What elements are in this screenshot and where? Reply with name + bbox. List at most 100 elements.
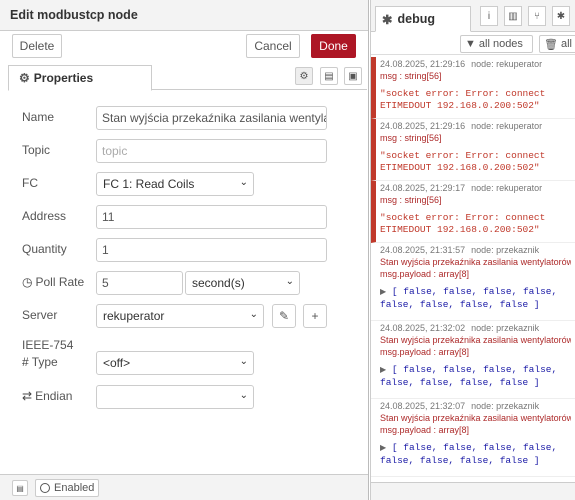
chevron-down-icon: ⌄	[239, 390, 248, 401]
address-input[interactable]: 11	[96, 205, 327, 229]
hash-icon: #	[22, 355, 29, 369]
message-meta: 24.08.2025, 21:29:16 node: rekuperator	[380, 59, 571, 69]
poll-rate-input[interactable]: 5	[96, 271, 183, 295]
message-time: 24.08.2025, 21:29:16	[380, 59, 466, 69]
message-node: node: przekaznik	[471, 245, 540, 255]
bug-icon: ✱	[556, 10, 566, 22]
message-body: "socket error: Error: connect ETIMEDOUT …	[380, 150, 546, 173]
message-body: "socket error: Error: connect ETIMEDOUT …	[380, 212, 546, 235]
chevron-down-icon: ⌄	[239, 177, 248, 188]
message-body: "socket error: Error: connect ETIMEDOUT …	[380, 88, 546, 111]
debug-message[interactable]: 24.08.2025, 21:32:02 node: przekaznik Sta…	[371, 321, 575, 399]
message-meta: 24.08.2025, 21:31:57 node: przekaznik	[380, 245, 571, 255]
done-button[interactable]: Done	[311, 34, 356, 58]
enabled-toggle[interactable]: Enabled	[35, 479, 99, 497]
debug-message[interactable]: 24.08.2025, 21:29:17 node: rekuperator ms…	[371, 181, 575, 243]
quantity-input[interactable]: 1	[96, 238, 327, 262]
message-type: msg : string[56]	[380, 195, 442, 205]
debug-message[interactable]: 24.08.2025, 21:32:07 node: przekaznik Sta…	[371, 399, 575, 477]
message-node: node: rekuperator	[471, 59, 543, 69]
address-label: Address	[22, 209, 67, 223]
message-node: node: przekaznik	[471, 323, 540, 333]
sidebar-footer	[371, 482, 575, 500]
editor-title: Edit modbustcp node	[0, 0, 368, 31]
poll-rate-label: ◷ Poll Rate	[22, 275, 84, 289]
tab-properties-label: Properties	[33, 71, 94, 85]
message-array[interactable]: ▶ [ false, false, false, false, false, fa…	[380, 442, 571, 467]
help-tab-button[interactable]: ▥	[504, 6, 522, 26]
edit-server-button[interactable]: ✎	[272, 304, 296, 328]
delete-button[interactable]: Delete	[12, 34, 62, 58]
message-time: 24.08.2025, 21:29:16	[380, 121, 466, 131]
poll-rate-unit-value: second(s)	[192, 276, 245, 290]
node-appearance-tab[interactable]: ▣	[344, 67, 362, 85]
server-row: Server rekuperator ⌄ ✎ +	[0, 304, 368, 328]
type-select[interactable]: <off> ⌄	[96, 351, 254, 375]
node-description-tab[interactable]: ▤	[320, 67, 338, 85]
message-node: node: przekaznik	[471, 401, 540, 411]
endian-label-text: Endian	[35, 389, 73, 403]
sidebar-tabs: ✱ debug i ▥ ⑂ ✱	[371, 0, 575, 32]
endian-row: ⇄ Endian ⌄	[0, 385, 368, 409]
message-topic: Stan wyjścia przekaźnika zasilania wenty…	[380, 413, 571, 423]
message-time: 24.08.2025, 21:32:02	[380, 323, 466, 333]
fc-select[interactable]: FC 1: Read Coils ⌄	[96, 172, 254, 196]
debug-message[interactable]: 24.08.2025, 21:29:16 node: rekuperator ms…	[371, 57, 575, 119]
gear-icon: ⚙	[299, 70, 309, 82]
clear-filter-dropdown[interactable]: 🗑 all	[539, 35, 575, 53]
clear-filter-value: all	[560, 38, 572, 50]
info-icon: i	[487, 10, 491, 22]
tab-debug[interactable]: ✱ debug	[375, 6, 471, 32]
chevron-down-icon: ⌄	[249, 309, 258, 320]
debug-toolbar: ▼ all nodes 🗑 all	[371, 33, 575, 55]
array-line-1: [ false, false, false, false,	[391, 442, 558, 453]
plus-icon: +	[311, 309, 319, 323]
add-server-button[interactable]: +	[303, 304, 327, 328]
cancel-button[interactable]: Cancel	[246, 34, 300, 58]
message-type: msg.payload : array[8]	[380, 269, 470, 279]
trash-icon: 🗑	[544, 38, 558, 51]
tab-properties[interactable]: ⚙ Properties	[8, 65, 152, 91]
expand-triangle-icon: ▶	[380, 366, 387, 375]
server-select-value: rekuperator	[103, 309, 165, 323]
message-array[interactable]: ▶ [ false, false, false, false, false, fa…	[380, 286, 571, 311]
name-input[interactable]: Stan wyjścia przekaźnika zasilania wenty…	[96, 106, 327, 130]
message-topic: Stan wyjścia przekaźnika zasilania wenty…	[380, 335, 571, 345]
type-select-value: <off>	[103, 356, 131, 370]
array-line-1: [ false, false, false, false,	[391, 364, 558, 375]
topic-label: Topic	[22, 143, 51, 157]
name-label: Name	[22, 110, 55, 124]
fc-select-value: FC 1: Read Coils	[103, 177, 195, 191]
endian-label: ⇄ Endian	[22, 389, 72, 403]
node-settings-tab[interactable]: ⚙	[295, 67, 313, 85]
topic-input[interactable]: topic	[96, 139, 327, 163]
poll-rate-unit-select[interactable]: second(s) ⌄	[185, 271, 300, 295]
message-meta: 24.08.2025, 21:32:07 node: przekaznik	[380, 401, 571, 411]
message-meta: 24.08.2025, 21:32:02 node: przekaznik	[380, 323, 571, 333]
info-tab-button[interactable]: i	[480, 6, 498, 26]
properties-form: Name Stan wyjścia przekaźnika zasilania …	[0, 96, 368, 466]
node-filter-dropdown[interactable]: ▼ all nodes	[460, 35, 533, 53]
appearance-icon: ▣	[348, 70, 358, 82]
tab-debug-label: debug	[397, 12, 435, 26]
editor-tabs: ⚙ Properties ⚙ ▤ ▣	[8, 64, 367, 91]
message-meta: 24.08.2025, 21:29:16 node: rekuperator	[380, 121, 571, 131]
branch-icon: ⑂	[534, 10, 540, 22]
server-label: Server	[22, 308, 58, 322]
topic-row: Topic topic	[0, 139, 368, 163]
message-array[interactable]: ▶ [ false, false, false, false, false, fa…	[380, 364, 571, 389]
message-node: node: rekuperator	[471, 121, 543, 131]
endian-select[interactable]: ⌄	[96, 385, 254, 409]
debug-message[interactable]: 24.08.2025, 21:29:16 node: rekuperator ms…	[371, 119, 575, 181]
server-select[interactable]: rekuperator ⌄	[96, 304, 264, 328]
debug-tab-button[interactable]: ✱	[552, 6, 570, 26]
context-tab-button[interactable]: ⑂	[528, 6, 546, 26]
node-icon-button[interactable]: ▤	[12, 480, 28, 496]
message-type: msg : string[56]	[380, 133, 442, 143]
debug-sidebar: ✱ debug i ▥ ⑂ ✱ ▼ all nodes 🗑 all 24.08.…	[370, 0, 575, 500]
message-time: 24.08.2025, 21:32:07	[380, 401, 466, 411]
poll-rate-row: ◷ Poll Rate 5 second(s) ⌄	[0, 271, 368, 295]
pencil-icon: ✎	[278, 309, 290, 323]
type-label-text: Type	[31, 355, 58, 369]
debug-message[interactable]: 24.08.2025, 21:31:57 node: przekaznik Sta…	[371, 243, 575, 321]
